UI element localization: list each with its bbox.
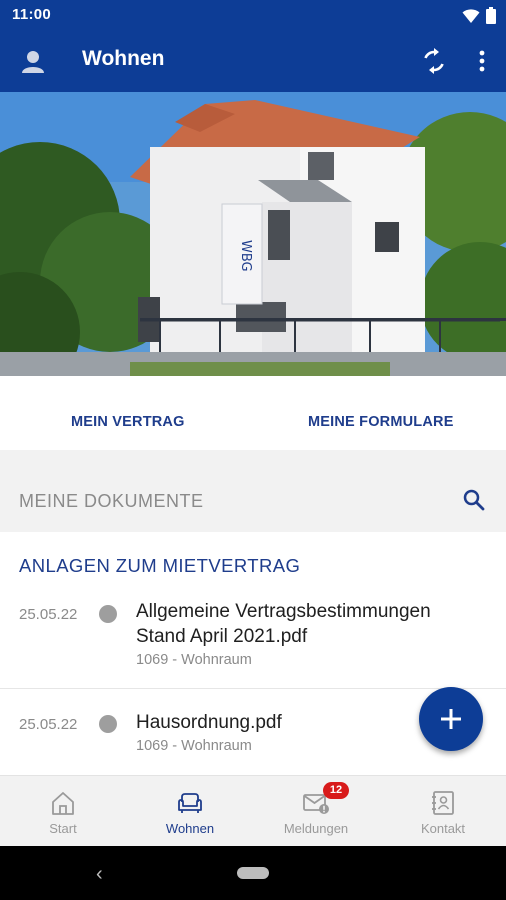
notification-badge: 12: [323, 782, 349, 799]
contact-book-icon: [432, 791, 454, 815]
documents-header: MEINE DOKUMENTE: [0, 450, 506, 532]
section-title: ANLAGEN ZUM MIETVERTRAG: [19, 555, 301, 576]
bottom-navigation: Start Wohnen 12 Meldungen Kontakt: [0, 775, 506, 846]
status-dot: [99, 605, 117, 623]
battery-icon: [486, 7, 496, 24]
building-illustration: WBG: [0, 92, 506, 376]
contract-links: MEIN VERTRAG MEINE FORMULARE: [0, 376, 506, 450]
app-bar: Wohnen: [0, 30, 506, 92]
nav-label-start: Start: [49, 821, 77, 836]
back-icon[interactable]: ‹: [96, 863, 103, 886]
add-button[interactable]: [419, 687, 483, 751]
my-forms-link[interactable]: MEINE FORMULARE: [308, 414, 454, 430]
my-contract-link[interactable]: MEIN VERTRAG: [71, 414, 185, 430]
home-icon: [52, 792, 74, 815]
page-title: Wohnen: [82, 47, 165, 70]
document-name: Allgemeine Vertragsbestimmungen Stand Ap…: [136, 601, 431, 647]
document-meta: 1069 - Wohnraum: [136, 738, 252, 754]
status-icons: [462, 7, 496, 24]
sync-icon[interactable]: [420, 47, 448, 75]
home-pill[interactable]: [237, 867, 269, 879]
more-options-icon[interactable]: [470, 47, 494, 75]
document-date: 25.05.22: [19, 716, 78, 733]
document-meta: 1069 - Wohnraum: [136, 652, 252, 668]
nav-item-kontakt[interactable]: Kontakt: [380, 776, 506, 847]
wifi-icon: [462, 8, 480, 23]
document-date: 25.05.22: [19, 606, 78, 623]
status-time: 11:00: [12, 6, 52, 23]
plus-icon: [441, 709, 461, 729]
documents-header-label: MEINE DOKUMENTE: [19, 491, 204, 511]
hero-image: WBG: [0, 92, 506, 376]
flag-sign-text: WBG: [238, 240, 253, 272]
document-row[interactable]: 25.05.22 Allgemeine Vertragsbestimmungen…: [0, 590, 506, 688]
nav-label-wohnen: Wohnen: [165, 821, 215, 836]
nav-label-kontakt: Kontakt: [420, 821, 466, 836]
nav-label-meldungen: Meldungen: [283, 821, 349, 836]
search-icon[interactable]: [462, 488, 486, 512]
status-dot: [99, 715, 117, 733]
status-bar: 11:00: [0, 0, 506, 30]
system-navigation-bar: ‹: [0, 846, 506, 900]
nav-item-start[interactable]: Start: [0, 776, 126, 847]
nav-item-wohnen[interactable]: Wohnen: [127, 776, 253, 847]
nav-item-meldungen[interactable]: 12 Meldungen: [253, 776, 379, 847]
profile-icon[interactable]: [18, 47, 48, 77]
armchair-icon: [178, 793, 202, 813]
